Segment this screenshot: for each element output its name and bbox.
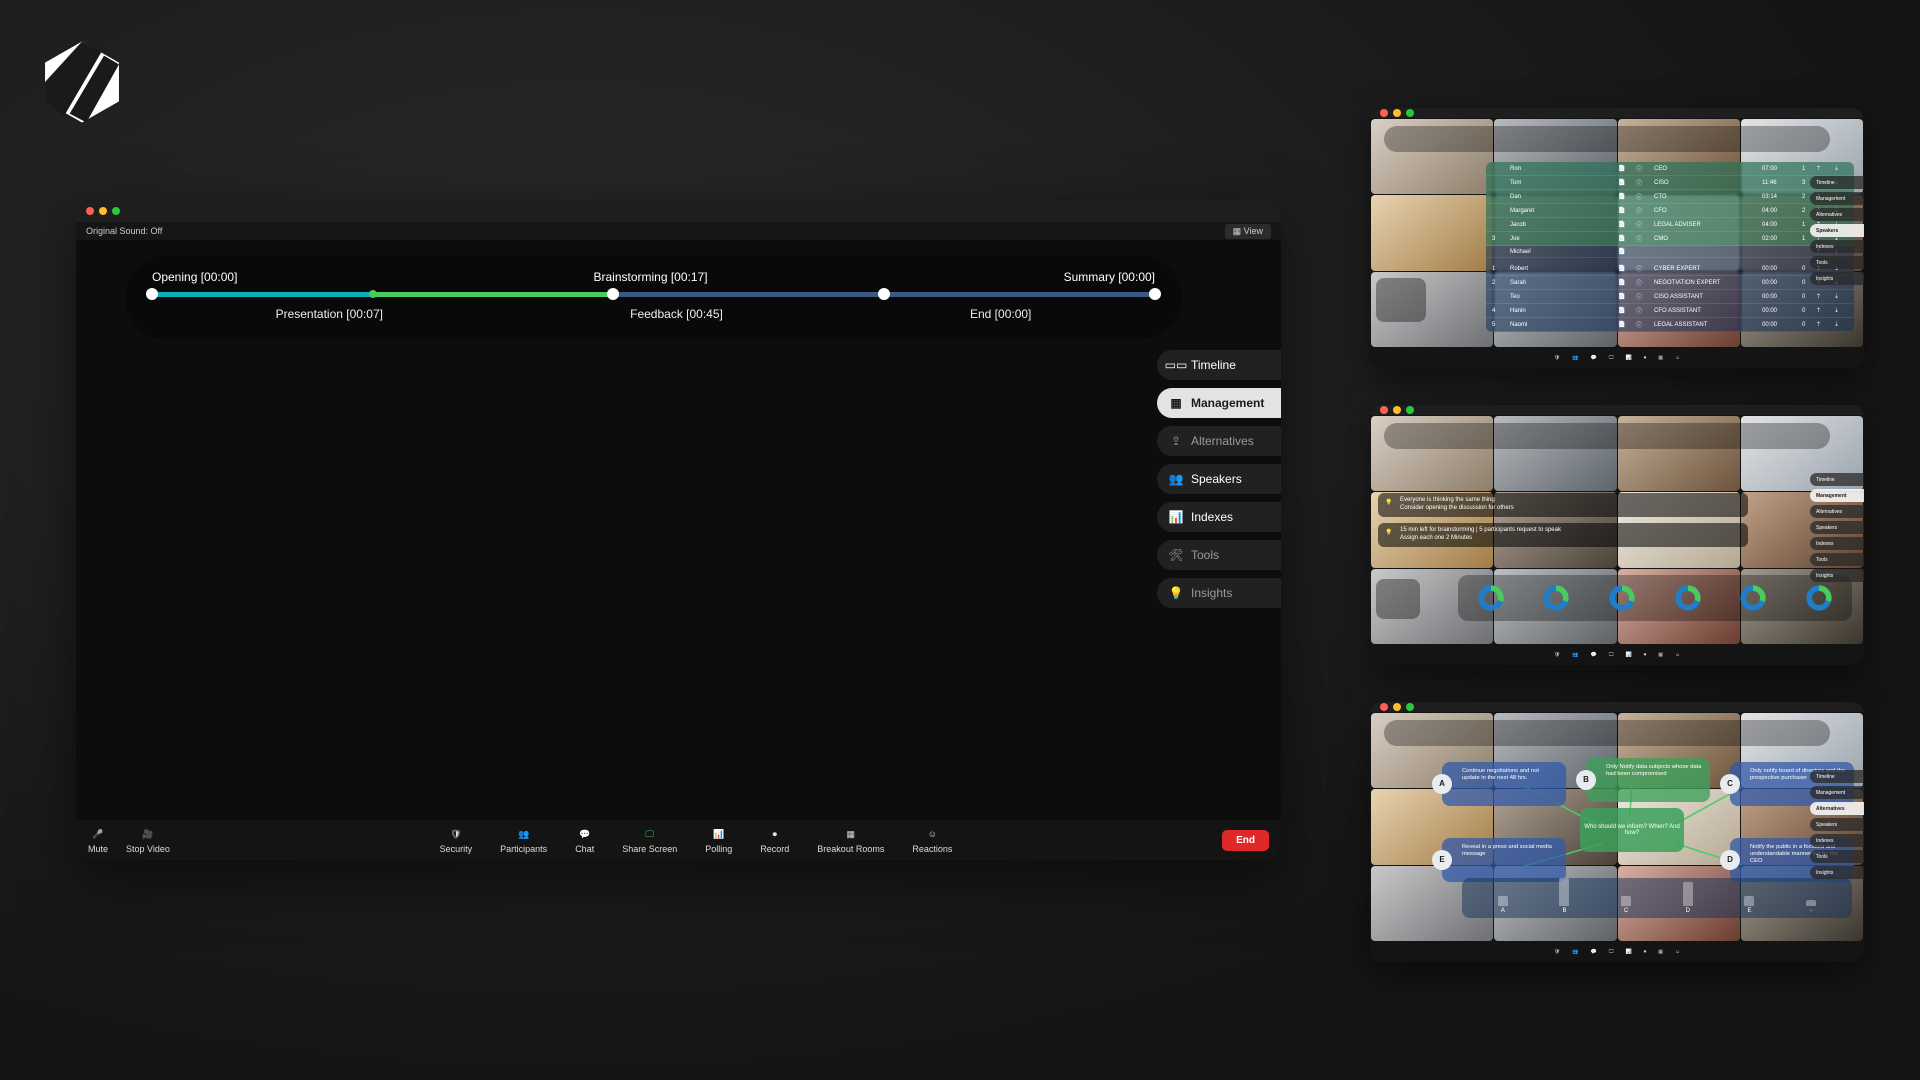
view-button[interactable]: ▦ View	[1225, 224, 1271, 239]
alt-e[interactable]: EReveal in a press and social media mess…	[1442, 838, 1566, 882]
max-dot[interactable]	[112, 207, 120, 215]
toolbar-mute[interactable]: 🎤Mute	[88, 826, 108, 854]
original-sound-toggle[interactable]: Original Sound: Off	[86, 226, 162, 236]
close-dot[interactable]	[86, 207, 94, 215]
speaker-row[interactable]: Tom📄ⓘCISO11:463⇡⇣	[1486, 176, 1854, 190]
speaker-row[interactable]: Teo📄ⓘCISO ASSISTANT00:000⇡⇣	[1486, 290, 1854, 304]
timeline-icon: ▭▭	[1169, 358, 1183, 372]
hint-1: 💡 Everyone is thinking the same thing Co…	[1378, 493, 1748, 517]
toolbar-stop video[interactable]: 🎥Stop Video	[126, 826, 170, 854]
speaker-row[interactable]: 5Naomi📄ⓘLEGAL ASSISTANT00:000⇡⇣	[1486, 318, 1854, 332]
sound-bar: Original Sound: Off ▦ View	[76, 222, 1281, 240]
central-question: Who should we inform? When? And how?	[1580, 808, 1684, 852]
vote-E: E	[1744, 896, 1754, 914]
wrench-icon: 🛠	[1169, 548, 1183, 562]
vote--: -	[1806, 900, 1816, 914]
toolbar-record[interactable]: ⏺Record	[760, 826, 789, 854]
alt-b[interactable]: BOnly Notify data subjects whose data ha…	[1586, 758, 1710, 802]
side-chip-timeline[interactable]: ▭▭Timeline	[1157, 350, 1281, 380]
bulb-icon: 💡	[1382, 527, 1396, 541]
toolbar-chat[interactable]: 💬Chat	[575, 826, 594, 854]
timeline-overlay: Opening [00:00]Brainstorming [00:17]Summ…	[126, 256, 1181, 339]
side-chip-insights[interactable]: 💡Insights	[1157, 578, 1281, 608]
vote-bars: ABCDE-	[1462, 878, 1852, 918]
side-chip-management[interactable]: ▦Management	[1157, 388, 1281, 418]
speaker-row[interactable]: Margaret📄ⓘCFO04:002⇡⇣	[1486, 204, 1854, 218]
side-chip-speakers[interactable]: 👥Speakers	[1157, 464, 1281, 494]
speaker-row[interactable]: 2Sarah📄ⓘNEGOTIATION EXPERT00:000⇡⇣	[1486, 276, 1854, 290]
speaker-row[interactable]: 4Hanin📄ⓘCFO ASSISTANT00:000⇡⇣	[1486, 304, 1854, 318]
vote-B: B	[1559, 878, 1569, 914]
grid-icon: ▦	[1169, 396, 1183, 410]
side-chip-alternatives[interactable]: ⇪Alternatives	[1157, 426, 1281, 456]
side-chip-tools[interactable]: 🛠Tools	[1157, 540, 1281, 570]
brand-logo	[38, 38, 126, 131]
toolbar-polling[interactable]: 📊Polling	[705, 826, 732, 854]
toolbar-breakout rooms[interactable]: ▦Breakout Rooms	[817, 826, 884, 854]
vote-C: C	[1621, 896, 1631, 914]
speakers-table: Ron📄ⓘCEO07:001⇡⇣ Tom📄ⓘCISO11:463⇡⇣ Dan📄ⓘ…	[1486, 162, 1854, 332]
main-meeting-window: Original Sound: Off ▦ View Ron Tom Hanin…	[76, 200, 1281, 860]
participants-grid: Ron Tom Hanin Dan Sarah Jacob Joe Margar…	[76, 240, 1281, 246]
side-chip-indexes[interactable]: 📊Indexes	[1157, 502, 1281, 532]
chart-icon: 📊	[1169, 510, 1183, 524]
speaker-row[interactable]: Jacob📄ⓘLEGAL ADVISER04:001⇡⇣	[1486, 218, 1854, 232]
thumbnail-insights: 💡 Everyone is thinking the same thing Co…	[1370, 405, 1864, 665]
speaker-row[interactable]: 3Joe📄ⓘCMO02:001⇡⇣	[1486, 232, 1854, 246]
end-button[interactable]: End	[1222, 830, 1269, 851]
speaker-row[interactable]: Ron📄ⓘCEO07:001⇡⇣	[1486, 162, 1854, 176]
share-icon: ⇪	[1169, 434, 1183, 448]
toolbar-share screen[interactable]: 🖵Share Screen	[622, 826, 677, 854]
alt-a[interactable]: AContinue negotiations and not update in…	[1442, 762, 1566, 806]
hint-2: 💡 15 min left for brainstorming | 5 part…	[1378, 523, 1748, 547]
vote-D: D	[1683, 882, 1693, 914]
speaker-row[interactable]: Michael📄⇡⇣	[1486, 246, 1854, 258]
page-root: Original Sound: Off ▦ View Ron Tom Hanin…	[0, 0, 1920, 1080]
vote-A: A	[1498, 896, 1508, 914]
toolbar-security[interactable]: 🛡Security	[440, 826, 473, 854]
side-panel-chips: ▭▭Timeline ▦Management ⇪Alternatives 👥Sp…	[1157, 350, 1281, 608]
speaker-row[interactable]: Dan📄ⓘCTO03:142⇡⇣	[1486, 190, 1854, 204]
users-icon: 👥	[1169, 472, 1183, 486]
window-titlebar	[76, 200, 1281, 222]
thumbnail-speakers: Ron📄ⓘCEO07:001⇡⇣ Tom📄ⓘCISO11:463⇡⇣ Dan📄ⓘ…	[1370, 108, 1864, 368]
toolbar-reactions[interactable]: ☺Reactions	[912, 826, 952, 854]
bulb-icon: 💡	[1169, 586, 1183, 600]
toolbar-participants[interactable]: 👥Participants	[500, 826, 547, 854]
zoom-toolbar: 🎤Mute 🎥Stop Video 🛡Security 👥Participants 💬…	[76, 820, 1281, 860]
thumbnail-alternatives: AContinue negotiations and not update in…	[1370, 702, 1864, 962]
min-dot[interactable]	[99, 207, 107, 215]
speaker-row[interactable]: 1Robert📄ⓘCYBER EXPERT00:000⇡⇣	[1486, 262, 1854, 276]
bulb-icon: 💡	[1382, 497, 1396, 511]
